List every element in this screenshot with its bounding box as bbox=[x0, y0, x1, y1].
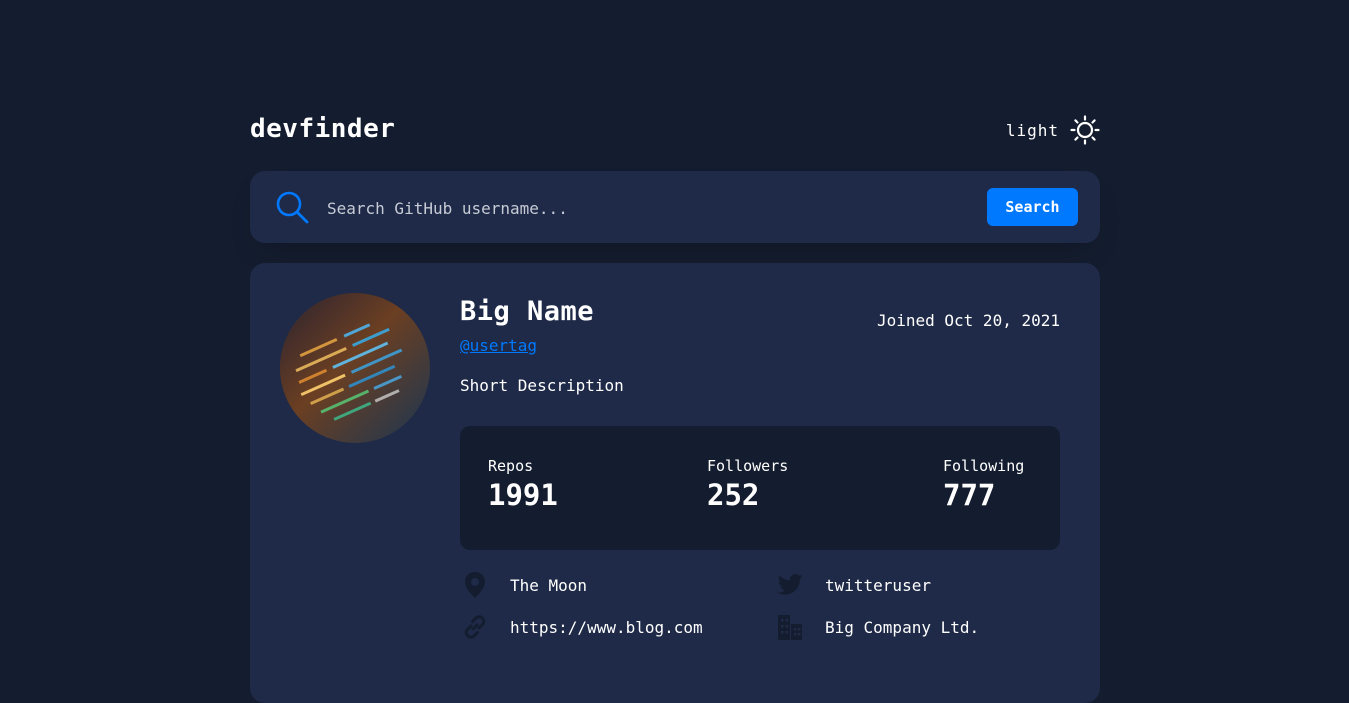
blog-item[interactable]: https://www.blog.com bbox=[460, 612, 703, 642]
twitter-item[interactable]: twitteruser bbox=[775, 570, 931, 600]
map-pin-icon bbox=[465, 572, 485, 598]
stats-panel: Repos 1991 Followers 252 Following 777 bbox=[460, 426, 1060, 550]
company-item: Big Company Ltd. bbox=[775, 612, 979, 642]
app-header: devfinder light bbox=[250, 112, 1100, 152]
stat-followers-label: Followers bbox=[707, 457, 789, 475]
stat-repos-value: 1991 bbox=[488, 478, 558, 512]
location-item: The Moon bbox=[460, 570, 587, 600]
search-icon bbox=[276, 191, 309, 224]
profile-card: Big Name @usertag Joined Oct 20, 2021 Sh… bbox=[250, 263, 1100, 703]
stat-repos: Repos 1991 bbox=[488, 457, 558, 512]
app-logo: devfinder bbox=[250, 114, 396, 144]
theme-toggle[interactable]: light bbox=[1006, 114, 1100, 146]
sun-icon bbox=[1070, 115, 1100, 145]
user-name: Big Name bbox=[460, 296, 595, 327]
stat-followers-value: 252 bbox=[707, 478, 760, 512]
search-bar: Search bbox=[250, 171, 1100, 243]
blog-link[interactable]: https://www.blog.com bbox=[510, 618, 703, 637]
stat-following-label: Following bbox=[943, 457, 1025, 475]
company-text: Big Company Ltd. bbox=[825, 617, 980, 637]
user-tag-link[interactable]: @usertag bbox=[460, 336, 537, 355]
link-icon bbox=[464, 615, 486, 639]
user-bio: Short Description bbox=[460, 376, 624, 395]
location-text: The Moon bbox=[510, 575, 588, 595]
stat-following: Following 777 bbox=[943, 457, 1024, 512]
stat-followers: Followers 252 bbox=[707, 457, 788, 512]
twitter-text: twitteruser bbox=[825, 575, 931, 595]
joined-date: Joined Oct 20, 2021 bbox=[876, 311, 1060, 330]
search-button[interactable]: Search bbox=[987, 188, 1078, 226]
avatar-image bbox=[280, 293, 430, 443]
search-input[interactable] bbox=[325, 193, 929, 223]
avatar bbox=[280, 293, 430, 443]
stat-following-value: 777 bbox=[943, 478, 996, 512]
stat-repos-label: Repos bbox=[488, 457, 534, 475]
building-icon bbox=[778, 615, 802, 640]
twitter-icon bbox=[777, 574, 803, 595]
theme-toggle-label: light bbox=[1005, 120, 1059, 140]
